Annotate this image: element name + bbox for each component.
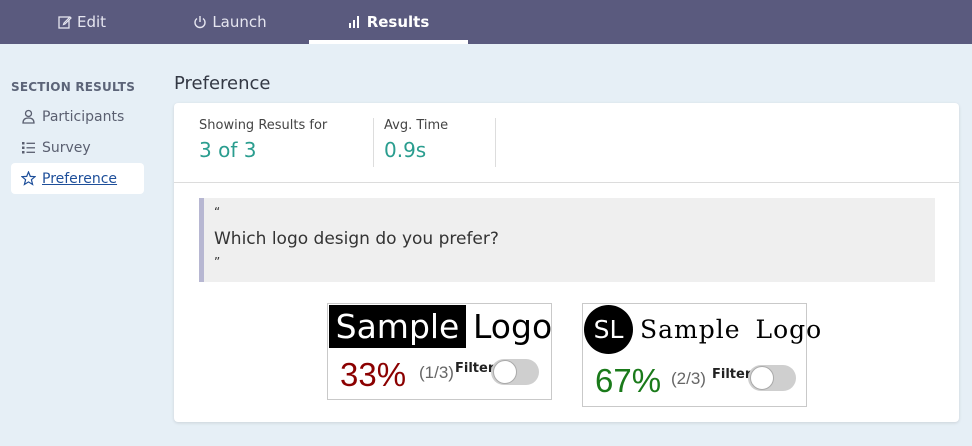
tab-launch-label: Launch (212, 13, 267, 31)
stat-label: Avg. Time (384, 118, 449, 133)
stat-value: 0.9s (384, 138, 427, 162)
sidebar-item-survey[interactable]: Survey (11, 132, 144, 163)
sidebar-item-participants[interactable]: Participants (11, 101, 144, 132)
option-percent: 33% (340, 356, 407, 393)
option-card: SL Sample Logo 67% (2/3) Filter (582, 303, 821, 407)
results-card: Showing Results for 3 of 3 Avg. Time 0.9… (174, 103, 959, 422)
filter-toggle[interactable] (491, 359, 539, 385)
question-text: Which logo design do you prefer? (214, 229, 499, 249)
user-icon (21, 109, 37, 124)
tab-results-label: Results (366, 13, 430, 31)
option-fraction: (2/3) (671, 369, 706, 388)
filter-label: Filter (712, 367, 752, 382)
stat-avg-time: Avg. Time 0.9s (384, 118, 496, 167)
logo-text: Sample Logo (640, 314, 823, 344)
tab-edit[interactable]: Edit (40, 0, 124, 44)
bar-chart-icon (348, 15, 362, 29)
option-card: Sample Logo 33% (1/3) Filter (327, 303, 552, 400)
stat-label: Showing Results for (199, 118, 328, 133)
sidebar-item-label: Preference (42, 170, 118, 187)
logo-highlight: Sample (329, 305, 466, 348)
toggle-knob (750, 366, 774, 390)
sidebar-heading: SECTION RESULTS (11, 80, 136, 94)
logo-text: Logo (473, 307, 553, 346)
sidebar-item-label: Survey (42, 139, 91, 156)
filter-toggle[interactable] (748, 365, 796, 391)
list-icon (21, 140, 37, 155)
logo-badge: SL (584, 305, 633, 354)
power-icon (193, 15, 207, 29)
open-quote-mark: “ (214, 205, 221, 219)
stat-value: 3 of 3 (199, 138, 257, 162)
tab-launch[interactable]: Launch (180, 0, 280, 44)
filter-label: Filter (455, 361, 495, 376)
tab-edit-label: Edit (76, 13, 107, 31)
edit-icon (58, 15, 72, 29)
option-fraction: (1/3) (419, 363, 454, 382)
star-icon (21, 171, 37, 186)
sidebar-item-label: Participants (42, 108, 125, 125)
toggle-knob (493, 360, 517, 384)
question-blockquote: “ Which logo design do you prefer? ” (199, 198, 935, 282)
close-quote-mark: ” (214, 255, 221, 269)
option-percent: 67% (595, 362, 662, 399)
stat-showing-results: Showing Results for 3 of 3 (199, 118, 374, 167)
tab-results[interactable]: Results (309, 0, 468, 44)
page-title: Preference (174, 73, 271, 94)
sidebar-item-preference[interactable]: Preference (11, 163, 144, 194)
divider (174, 182, 959, 183)
top-nav-bar: Edit Launch Results (0, 0, 972, 44)
